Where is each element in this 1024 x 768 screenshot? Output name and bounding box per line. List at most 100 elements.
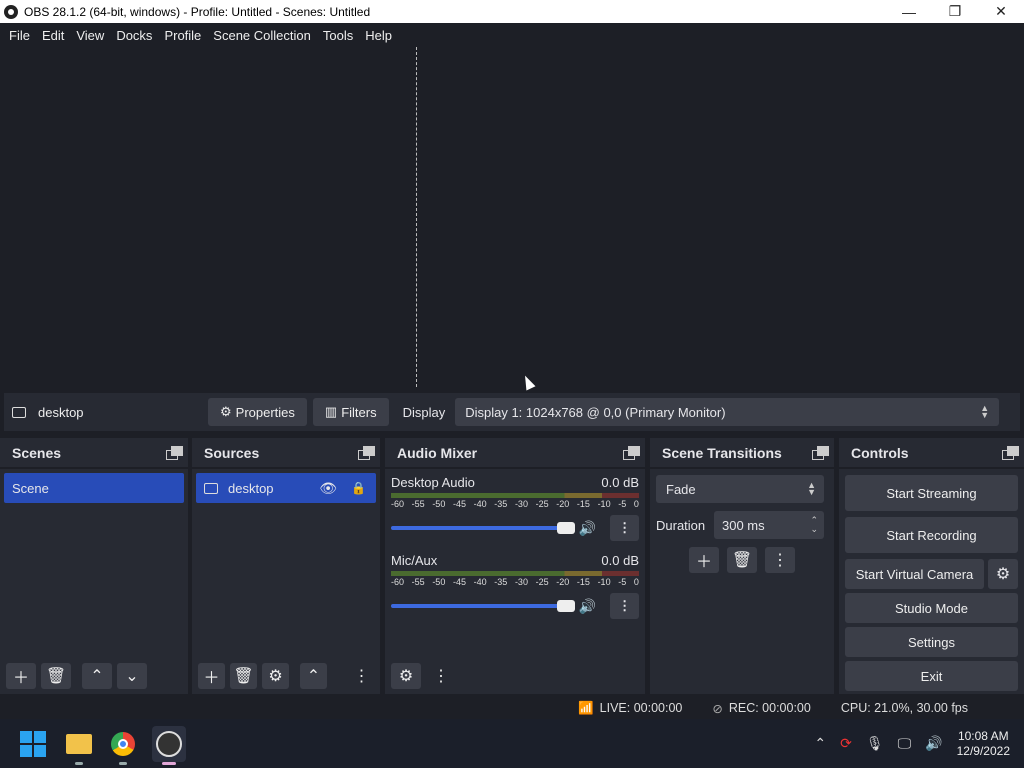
- menu-edit[interactable]: Edit: [36, 28, 70, 43]
- move-scene-down-button[interactable]: ⌄: [117, 663, 147, 689]
- chevron-up-icon: ⌃: [306, 668, 321, 685]
- minimize-button[interactable]: —: [886, 0, 932, 23]
- scene-transitions-header: Scene Transitions: [650, 438, 834, 469]
- scale-tick: -5: [618, 577, 627, 587]
- kebab-menu-icon: ⋮: [353, 668, 370, 685]
- source-name: desktop: [228, 480, 274, 496]
- folder-icon: [66, 733, 92, 754]
- live-time: LIVE: 00:00:00: [599, 701, 683, 715]
- undock-icon[interactable]: [623, 445, 640, 460]
- slider-knob[interactable]: [556, 522, 575, 534]
- speaker-icon[interactable]: 🔊: [579, 520, 596, 537]
- scale-tick: -60: [391, 577, 405, 587]
- add-source-button[interactable]: ＋: [198, 663, 225, 689]
- preview-canvas[interactable]: [0, 47, 1024, 389]
- meter-scale: -60 -55 -50 -45 -40 -35 -30 -25 -20 -15 …: [391, 499, 639, 509]
- advanced-audio-button[interactable]: ⚙: [391, 663, 421, 689]
- scale-tick: -10: [597, 499, 611, 509]
- plus-icon: ＋: [695, 554, 712, 571]
- channel-menu-button[interactable]: ⋮: [610, 515, 639, 541]
- studio-mode-button[interactable]: Studio Mode: [845, 593, 1018, 623]
- start-recording-button[interactable]: Start Recording: [845, 517, 1018, 553]
- sources-footer: ＋ 🗑 ⚙ ⌃ ⋮: [192, 658, 380, 694]
- chevron-down-icon: ⌄: [125, 668, 139, 685]
- sources-title: Sources: [204, 444, 260, 461]
- duration-spinbox[interactable]: 300 ms ⌃ ⌄: [714, 511, 824, 539]
- source-properties-button[interactable]: ⚙: [262, 663, 289, 689]
- virtual-camera-row: Start Virtual Camera ⚙: [845, 559, 1018, 589]
- undock-icon[interactable]: [812, 445, 829, 460]
- undock-icon[interactable]: [1002, 445, 1019, 460]
- eye-icon[interactable]: 👁: [319, 480, 337, 497]
- virtual-camera-settings-button[interactable]: ⚙: [988, 559, 1018, 589]
- file-explorer-icon[interactable]: [64, 729, 94, 765]
- undock-icon[interactable]: [358, 445, 375, 460]
- remove-source-button[interactable]: 🗑: [230, 663, 257, 689]
- scene-list-item[interactable]: Scene: [4, 473, 184, 503]
- slider-knob[interactable]: [556, 600, 575, 612]
- exit-button[interactable]: Exit: [845, 661, 1018, 691]
- transition-select[interactable]: Fade ▲ ▼: [656, 475, 824, 503]
- chrome-logo-icon: [111, 731, 135, 756]
- scene-name: Scene: [12, 480, 49, 496]
- add-scene-button[interactable]: ＋: [6, 663, 36, 689]
- source-list-item[interactable]: desktop 👁 🔒: [196, 473, 376, 503]
- network-icon[interactable]: 🖵: [898, 735, 912, 752]
- microphone-icon[interactable]: 🎙: [866, 735, 884, 752]
- volume-slider[interactable]: [391, 600, 575, 612]
- remove-transition-button[interactable]: 🗑: [727, 547, 757, 573]
- undock-icon[interactable]: [166, 445, 183, 460]
- menu-tools[interactable]: Tools: [317, 28, 359, 43]
- remove-scene-button[interactable]: 🗑: [41, 663, 71, 689]
- display-label: Display: [402, 404, 446, 420]
- kebab-menu-icon: ⋮: [433, 668, 449, 685]
- speaker-icon[interactable]: 🔊: [579, 598, 596, 615]
- add-transition-button[interactable]: ＋: [689, 547, 719, 573]
- properties-button[interactable]: ⚙ Properties: [208, 398, 307, 426]
- controls-header: Controls: [839, 438, 1024, 469]
- lock-icon[interactable]: 🔒: [351, 481, 366, 495]
- channel-menu-button[interactable]: ⋮: [610, 593, 639, 619]
- chrome-icon[interactable]: [108, 729, 138, 765]
- transition-menu-button[interactable]: ⋮: [765, 547, 795, 573]
- close-button[interactable]: ✕: [978, 0, 1024, 23]
- obs-taskbar-icon[interactable]: [152, 725, 186, 765]
- settings-button[interactable]: Settings: [845, 627, 1018, 657]
- trash-icon: 🗑: [45, 668, 67, 685]
- volume-icon[interactable]: 🔊: [925, 735, 942, 752]
- scale-tick: -55: [411, 577, 425, 587]
- source-more-button[interactable]: ⋮: [348, 663, 375, 689]
- sync-icon[interactable]: ⟳: [840, 735, 852, 752]
- scale-tick: -50: [432, 499, 446, 509]
- move-source-up-button[interactable]: ⌃: [300, 663, 327, 689]
- menu-profile[interactable]: Profile: [158, 28, 207, 43]
- menu-file[interactable]: File: [3, 28, 36, 43]
- start-virtual-camera-button[interactable]: Start Virtual Camera: [845, 559, 984, 589]
- chevron-up-icon[interactable]: ⌃: [814, 735, 826, 752]
- windows-start-icon[interactable]: [20, 730, 46, 757]
- audio-mixer-menu-button[interactable]: ⋮: [426, 663, 456, 689]
- clock[interactable]: 10:08 AM 12/9/2022: [957, 729, 1010, 759]
- gear-icon: ⚙: [268, 668, 283, 685]
- filters-button[interactable]: ▥ Filters: [312, 398, 389, 426]
- menu-scene-collection[interactable]: Scene Collection: [207, 28, 317, 43]
- maximize-button[interactable]: ❐: [932, 0, 978, 23]
- move-scene-up-button[interactable]: ⌃: [82, 663, 112, 689]
- system-tray: ⌃ ⟳ 🎙 🖵 🔊 10:08 AM 12/9/2022: [814, 729, 1024, 759]
- mic-aux-channel: Mic/Aux 0.0 dB -60 -55 -50 -45 -40 -35 -…: [385, 541, 645, 619]
- spin-arrows-icon[interactable]: ⌃ ⌄: [810, 516, 818, 534]
- display-select[interactable]: Display 1: 1024x768 @ 0,0 (Primary Monit…: [455, 398, 1000, 426]
- up-down-arrows-icon: ▲ ▼: [807, 480, 816, 497]
- menu-docks[interactable]: Docks: [110, 28, 158, 43]
- chevron-up-icon: ⌃: [90, 668, 104, 685]
- volume-slider[interactable]: [391, 522, 575, 534]
- menu-help[interactable]: Help: [359, 28, 398, 43]
- record-icon: ⊘: [712, 701, 723, 716]
- display-value: Display 1: 1024x768 @ 0,0 (Primary Monit…: [465, 404, 726, 420]
- preview-center-guide: [416, 47, 417, 387]
- start-streaming-button[interactable]: Start Streaming: [845, 475, 1018, 511]
- menu-bar: File Edit View Docks Profile Scene Colle…: [0, 23, 1024, 47]
- running-indicator: [75, 761, 83, 765]
- scale-tick: -10: [597, 577, 611, 587]
- menu-view[interactable]: View: [70, 28, 110, 43]
